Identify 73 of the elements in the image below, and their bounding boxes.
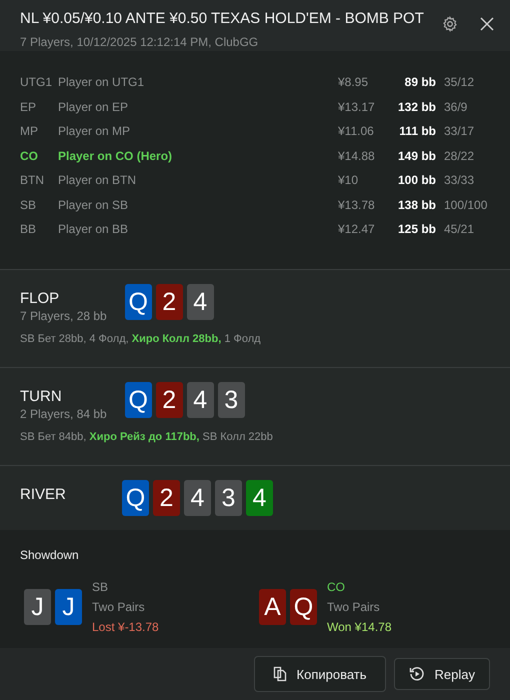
street-name: TURN (20, 388, 63, 405)
playing-card: 4 (186, 284, 214, 320)
player-name: Player on SB (58, 198, 130, 212)
player-position: EP (20, 100, 38, 114)
player-name: Player on BTN (58, 173, 138, 188)
playing-card: 2 (156, 284, 183, 320)
player-position: CO (20, 148, 39, 163)
playing-card: 2 (156, 382, 183, 418)
playing-card: J (55, 589, 82, 625)
playing-card: 4 (246, 480, 273, 516)
playing-card: 4 (186, 382, 214, 418)
player-position: SB (20, 198, 38, 212)
hand-result: Won ¥14.78 (327, 620, 392, 634)
player-name: Player on MP (58, 124, 132, 138)
player-stats: 100/100 (444, 198, 488, 212)
player-bb: 138 bb (396, 198, 436, 212)
hand-result: Lost ¥-13.78 (92, 620, 159, 634)
player-position: UTG1 (20, 75, 54, 90)
player-name: Player on UTG1 (58, 75, 146, 90)
player-stats: 33/17 (444, 124, 476, 138)
playing-card: Q (124, 382, 152, 418)
player-bb: 125 bb (396, 222, 436, 236)
player-stack: ¥14.88 (338, 148, 376, 163)
player-position: BB (20, 222, 38, 236)
close-icon[interactable] (480, 17, 494, 31)
settings-icon[interactable] (442, 16, 458, 32)
hand-title: NL ¥0.05/¥0.10 ANTE ¥0.50 TEXAS HOLD'EM - BOMB POT (20, 9, 424, 29)
player-stack: ¥12.47 (338, 222, 376, 236)
player-stack: ¥11.06 (338, 124, 375, 138)
playing-card: 3 (218, 382, 245, 418)
player-stats: 36/9 (444, 100, 468, 114)
hand-subtitle: 7 Players, 10/12/2025 12:12:14 PM, ClubGG (20, 35, 260, 49)
replay-button[interactable]: Replay (394, 658, 490, 690)
copy-icon (272, 666, 287, 682)
street-name: RIVER (20, 486, 67, 503)
player-stats: 33/33 (444, 173, 476, 188)
copy-button[interactable]: Копировать (254, 656, 386, 692)
playing-card: Q (124, 284, 152, 320)
showdown-title: Showdown (20, 548, 80, 562)
player-stack: ¥10 (338, 173, 360, 188)
hand-position: CO (327, 580, 346, 594)
player-bb: 100 bb (396, 173, 436, 188)
playing-card: J (24, 589, 51, 625)
playing-card: 3 (215, 480, 242, 516)
player-name: Player on CO (Hero) (58, 148, 174, 163)
street-actions: SB Бет 28bb, 4 Фолд, Хиро Колл 28bb, 1 Фолд (20, 333, 262, 345)
player-stack: ¥13.17 (338, 100, 376, 114)
player-stats: 45/21 (444, 222, 476, 236)
player-stats: 28/22 (444, 148, 476, 163)
hand-rank: Two Pairs (327, 600, 381, 614)
replay-icon (408, 666, 425, 682)
player-stack: ¥8.95 (338, 75, 370, 90)
playing-card: Q (290, 589, 317, 625)
player-name: Player on EP (58, 100, 130, 114)
player-bb: 89 bb (404, 75, 436, 90)
street-info: 7 Players, 28 bb (20, 309, 107, 323)
player-bb: 111 bb (398, 124, 436, 138)
player-bb: 149 bb (396, 148, 436, 163)
player-position: BTN (20, 173, 45, 188)
playing-card: Q (122, 480, 149, 516)
hand-rank: Two Pairs (92, 600, 146, 614)
playing-card: A (259, 589, 286, 625)
playing-card: 4 (184, 480, 211, 516)
playing-card: 2 (153, 480, 180, 516)
street-name: FLOP (20, 290, 60, 307)
player-bb: 132 bb (396, 100, 436, 114)
player-name: Player on BB (58, 222, 130, 236)
street-info: 2 Players, 84 bb (20, 407, 107, 421)
player-stack: ¥13.78 (338, 198, 376, 212)
street-actions: SB Бет 84bb, Хиро Рейз до 117bb, SB Колл 22bb (20, 431, 274, 443)
player-position: MP (20, 124, 39, 138)
hand-position: SB (92, 580, 110, 594)
player-stats: 35/12 (444, 75, 476, 90)
